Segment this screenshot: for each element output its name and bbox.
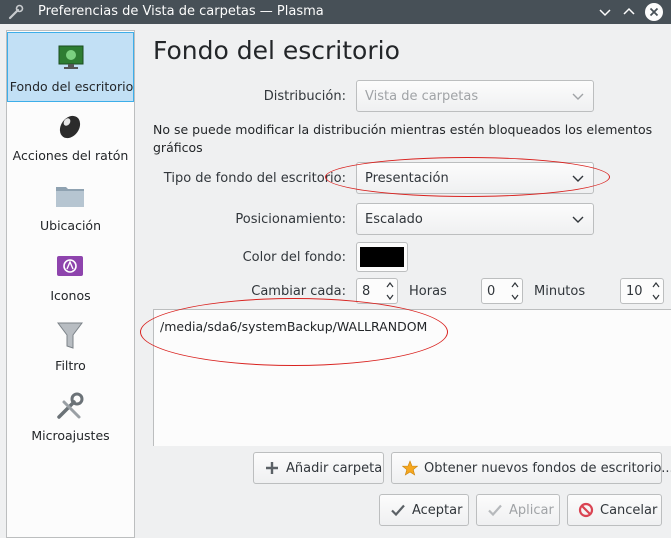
tools-icon	[8, 4, 24, 20]
maximize-button[interactable]	[620, 3, 638, 21]
ok-label: Aceptar	[412, 503, 463, 518]
sidebar-item-label: Acciones del ratón	[12, 148, 129, 163]
sidebar: Fondo del escritorio Acciones del ratón …	[6, 30, 135, 538]
chevron-down-icon[interactable]	[509, 291, 521, 303]
folder-list[interactable]: /media/sda6/systemBackup/WALLRANDOM	[153, 309, 671, 446]
seconds-spinbox[interactable]: 10	[620, 278, 664, 304]
apply-button[interactable]: Aplicar	[476, 494, 560, 526]
sidebar-item-label: Fondo del escritorio	[9, 79, 134, 94]
color-swatch	[360, 247, 404, 267]
chevron-down-icon	[572, 175, 584, 182]
chevron-down-icon	[599, 9, 611, 17]
positioning-select[interactable]: Escalado	[356, 203, 594, 235]
checkmark-icon	[488, 504, 502, 517]
mouse-icon	[59, 115, 81, 139]
filter-icon	[57, 322, 83, 349]
sidebar-item-label: Iconos	[50, 288, 91, 303]
cancel-label: Cancelar	[600, 503, 658, 518]
positioning-value: Escalado	[365, 212, 423, 227]
layout-value: Vista de carpetas	[365, 89, 479, 104]
chevron-up-icon[interactable]	[509, 279, 521, 291]
sidebar-item-label: Filtro	[55, 358, 86, 373]
folder-icon	[56, 187, 84, 207]
sidebar-item-icons[interactable]: Iconos	[7, 242, 134, 312]
seconds-value: 10	[626, 284, 643, 299]
positioning-label: Posicionamiento:	[235, 212, 346, 227]
star-icon	[402, 460, 418, 476]
chevron-up-icon[interactable]	[650, 279, 662, 291]
list-item[interactable]: /media/sda6/systemBackup/WALLRANDOM	[160, 319, 427, 334]
title-bar: Preferencias de Vista de carpetas — Plas…	[0, 0, 671, 24]
layout-select[interactable]: Vista de carpetas	[356, 80, 594, 112]
tools-icon	[57, 392, 84, 419]
layout-label: Distribución:	[263, 89, 346, 104]
bg-color-button[interactable]	[356, 242, 408, 272]
bg-color-label: Color del fondo:	[242, 250, 346, 265]
checkmark-icon	[391, 504, 405, 517]
apply-label: Aplicar	[509, 503, 554, 518]
get-new-wallpapers-label: Obtener nuevos fondos de escritorio...	[424, 461, 671, 476]
minutes-label: Minutos	[534, 284, 586, 299]
minimize-button[interactable]	[596, 3, 614, 21]
locked-note: No se puede modificar la distribución mi…	[153, 122, 653, 155]
page-title: Fondo del escritorio	[153, 36, 400, 65]
hours-spinbox[interactable]: 8	[356, 278, 398, 304]
cancel-button[interactable]: Cancelar	[567, 494, 662, 526]
chevron-up-icon[interactable]	[384, 279, 396, 291]
ok-button[interactable]: Aceptar	[379, 494, 469, 526]
close-button[interactable]	[645, 3, 663, 21]
chevron-down-icon[interactable]	[650, 291, 662, 303]
chevron-down-icon	[572, 216, 584, 223]
chevron-down-icon	[572, 93, 584, 100]
chevron-down-icon[interactable]	[384, 291, 396, 303]
icons-icon	[57, 256, 83, 276]
chevron-up-icon	[623, 7, 635, 15]
sidebar-item-wallpaper[interactable]: Fondo del escritorio	[7, 32, 134, 102]
bg-type-select[interactable]: Presentación	[356, 162, 594, 194]
add-folder-label: Añadir carpeta	[286, 461, 383, 476]
change-every-label: Cambiar cada:	[251, 284, 346, 299]
minutes-value: 0	[487, 284, 496, 299]
bg-type-value: Presentación	[365, 171, 449, 186]
sidebar-item-mouse-actions[interactable]: Acciones del ratón	[7, 102, 134, 172]
minutes-spinbox[interactable]: 0	[481, 278, 523, 304]
window-title: Preferencias de Vista de carpetas — Plas…	[38, 4, 324, 19]
sidebar-item-label: Ubicación	[39, 218, 101, 233]
wallpaper-icon	[58, 45, 84, 69]
bg-type-label: Tipo de fondo del escritorio:	[163, 171, 346, 186]
add-folder-button[interactable]: Añadir carpeta	[253, 452, 384, 484]
cancel-icon	[578, 502, 594, 518]
sidebar-item-location[interactable]: Ubicación	[7, 172, 134, 242]
sidebar-item-tweaks[interactable]: Microajustes	[7, 382, 134, 452]
hours-label: Horas	[409, 284, 447, 299]
close-icon	[649, 7, 659, 17]
sidebar-item-filter[interactable]: Filtro	[7, 312, 134, 382]
hours-value: 8	[362, 284, 371, 299]
plus-icon	[266, 462, 278, 474]
sidebar-item-label: Microajustes	[31, 428, 110, 443]
get-new-wallpapers-button[interactable]: Obtener nuevos fondos de escritorio...	[391, 452, 671, 484]
